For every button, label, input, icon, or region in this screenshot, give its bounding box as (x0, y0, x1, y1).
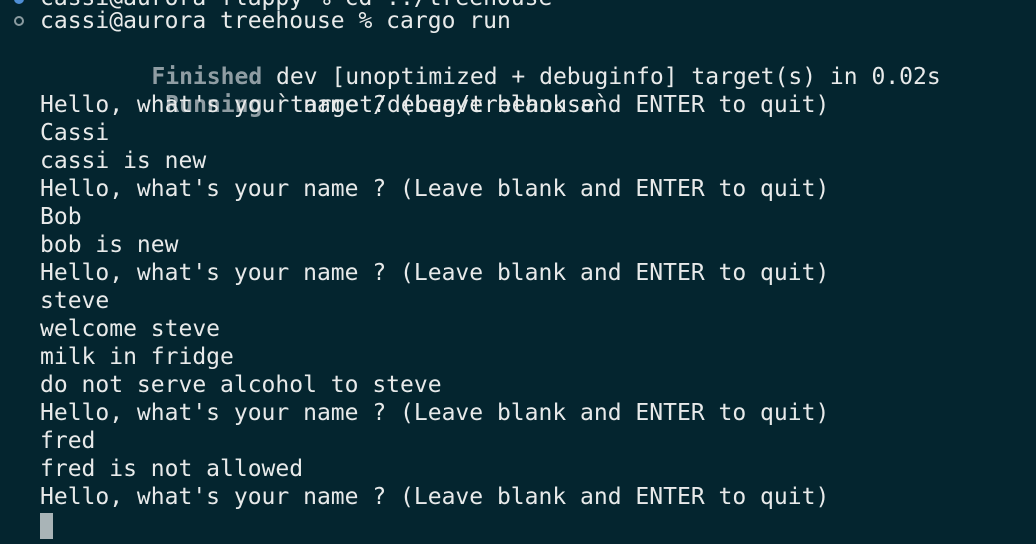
output-line: Cassi (40, 120, 110, 146)
output-line: cassi is new (40, 148, 207, 174)
prompt-status-marker-icon (14, 0, 24, 4)
output-line: Hello, what's your name ? (Leave blank a… (40, 176, 830, 202)
output-line: welcome steve (40, 316, 221, 342)
output-line: bob is new (40, 232, 179, 258)
output-line: fred is not allowed (40, 456, 304, 482)
output-line: Hello, what's your name ? (Leave blank a… (40, 92, 830, 118)
output-line: steve (40, 288, 110, 314)
output-line: Hello, what's your name ? (Leave blank a… (40, 484, 830, 510)
output-line: milk in fridge (40, 344, 234, 370)
output-line: do not serve alcohol to steve (40, 372, 442, 398)
output-line: fred (40, 428, 96, 454)
output-line: Bob (40, 204, 82, 230)
output-line: Hello, what's your name ? (Leave blank a… (40, 400, 830, 426)
prompt-status-marker-icon (14, 16, 24, 26)
text-cursor[interactable] (40, 513, 53, 539)
terminal-window[interactable]: cassi@aurora flappy % cd ../treehouse ca… (0, 0, 1036, 544)
prompt-line: cassi@aurora treehouse % cargo run (40, 8, 511, 34)
build-running-line: Running `target/debug/treehouse` (110, 63, 608, 118)
build-finished-line: Finished dev [unoptimized + debuginfo] t… (96, 35, 940, 90)
output-line: Hello, what's your name ? (Leave blank a… (40, 260, 830, 286)
